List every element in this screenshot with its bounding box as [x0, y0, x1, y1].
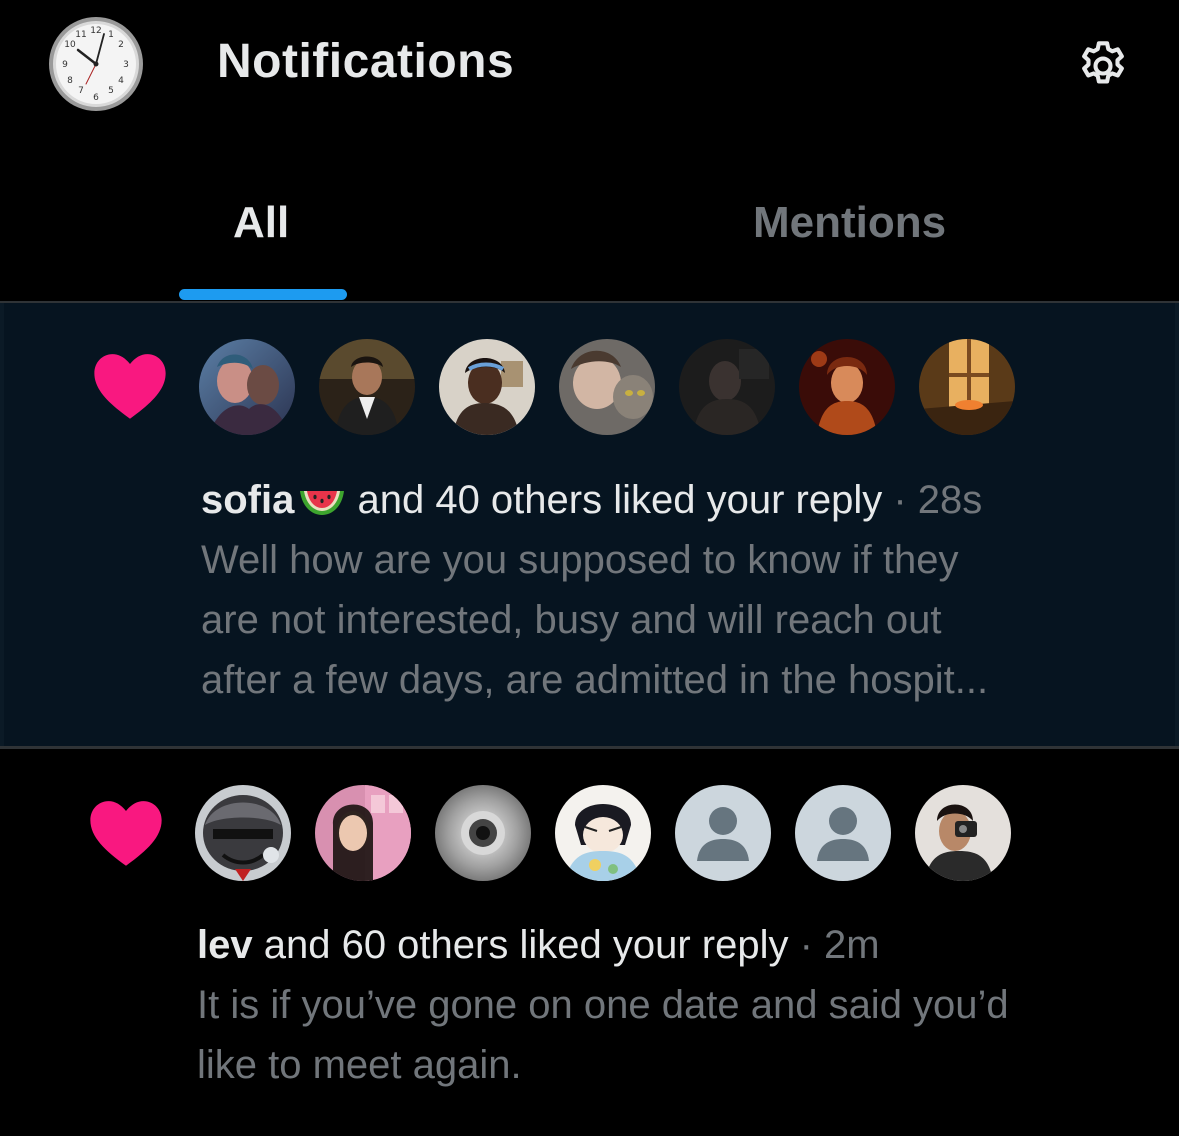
svg-text:5: 5: [108, 86, 114, 96]
svg-text:7: 7: [78, 86, 84, 96]
reply-preview: Well how are you supposed to know if the…: [201, 530, 1141, 710]
gear-icon: [1082, 41, 1124, 84]
timestamp: 2m: [824, 923, 880, 967]
separator-dot: ·: [882, 478, 918, 522]
svg-text:2: 2: [118, 40, 124, 50]
page-title: Notifications: [217, 35, 515, 88]
liker-avatar[interactable]: [435, 785, 531, 881]
svg-text:9: 9: [62, 60, 68, 70]
watermelon-icon: [300, 491, 345, 515]
notification-action: and 40 others liked your reply: [346, 478, 883, 522]
notification-text: lev and 60 others liked your reply · 2m …: [197, 915, 1137, 1095]
preview-line: after a few days, are admitted in the ho…: [201, 658, 989, 702]
heart-icon: [90, 801, 162, 866]
svg-text:8: 8: [67, 76, 73, 86]
liker-avatar[interactable]: [315, 785, 411, 881]
username-link[interactable]: sofia: [201, 478, 294, 522]
notification-summary: sofia and 40 others liked your reply · 2…: [201, 470, 1141, 530]
tab-all[interactable]: All: [0, 150, 525, 302]
liker-avatar[interactable]: [439, 339, 535, 435]
liker-avatar[interactable]: [915, 785, 1011, 881]
preview-line: are not interested, busy and will reach …: [201, 598, 942, 642]
preview-line: like to meet again.: [197, 1043, 522, 1087]
svg-text:10: 10: [64, 40, 76, 50]
liker-avatar[interactable]: [319, 339, 415, 435]
liker-avatar[interactable]: [799, 339, 895, 435]
profile-avatar[interactable]: 12 1 2 3 4 5 6 7 8 9 10 11: [48, 16, 144, 112]
liker-avatar[interactable]: [919, 339, 1015, 435]
notification-tabs: All Mentions: [0, 150, 1179, 302]
liker-avatars: [195, 785, 1015, 881]
default-avatar-icon: [675, 785, 771, 881]
clock-icon: 12 1 2 3 4 5 6 7 8 9 10 11: [49, 17, 143, 111]
timestamp: 28s: [917, 478, 983, 522]
liker-avatar[interactable]: [559, 339, 655, 435]
top-bar: 12 1 2 3 4 5 6 7 8 9 10 11 Notifications: [0, 0, 1179, 130]
liker-avatar[interactable]: [555, 785, 651, 881]
separator-dot: ·: [788, 923, 825, 967]
liker-avatar[interactable]: [199, 339, 295, 435]
liker-avatar[interactable]: [195, 785, 291, 881]
username-link[interactable]: lev: [197, 923, 253, 967]
svg-text:6: 6: [93, 93, 99, 103]
notification-item[interactable]: sofia and 40 others liked your reply · 2…: [0, 303, 1179, 747]
default-avatar[interactable]: [795, 785, 891, 881]
tab-all-label: All: [233, 198, 290, 247]
svg-text:1: 1: [108, 30, 114, 40]
notification-summary: lev and 60 others liked your reply · 2m: [197, 915, 1137, 975]
settings-button[interactable]: [1074, 37, 1132, 95]
reply-preview: It is if you’ve gone on one date and sai…: [197, 975, 1137, 1095]
active-tab-indicator: [179, 289, 347, 300]
tab-mentions-label: Mentions: [753, 198, 947, 247]
default-avatar[interactable]: [675, 785, 771, 881]
notification-item[interactable]: lev and 60 others liked your reply · 2m …: [0, 749, 1179, 1136]
notification-text: sofia and 40 others liked your reply · 2…: [201, 470, 1141, 710]
liker-avatars: [199, 339, 1019, 435]
preview-line: Well how are you supposed to know if the…: [201, 538, 959, 582]
preview-line: It is if you’ve gone on one date and sai…: [197, 983, 1009, 1027]
heart-icon: [94, 354, 166, 419]
notification-action: and 60 others liked your reply: [252, 923, 789, 967]
svg-text:3: 3: [123, 60, 129, 70]
liker-avatar[interactable]: [679, 339, 775, 435]
tab-mentions[interactable]: Mentions: [525, 150, 1179, 302]
svg-text:11: 11: [75, 30, 86, 40]
default-avatar-icon: [795, 785, 891, 881]
svg-text:12: 12: [90, 26, 101, 36]
svg-text:4: 4: [118, 76, 124, 86]
